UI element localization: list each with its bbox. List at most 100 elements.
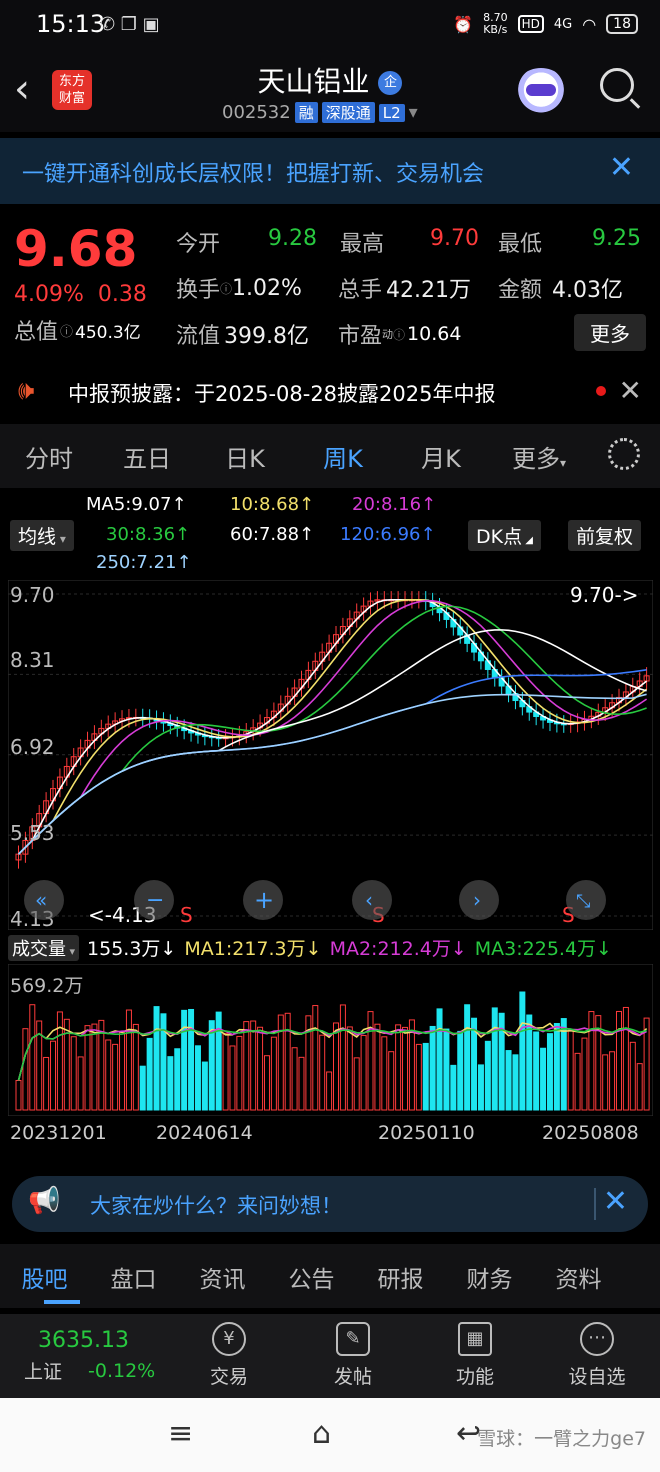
volume-bar: [457, 1030, 464, 1111]
info-icon[interactable]: ⓘ: [393, 326, 405, 343]
volume-legend: 成交量 ▾ 155.3万↓ MA1:217.3万↓ MA2:212.4万↓ MA…: [8, 934, 612, 961]
add-watchlist-button[interactable]: ⋯ 设自选: [552, 1322, 642, 1389]
promo-text: 一键开通科创成长层权限！把握打新、交易机会: [22, 162, 485, 187]
tab-five-day[interactable]: 五日: [98, 439, 196, 474]
tab-orderbook[interactable]: 盘口: [89, 1244, 178, 1308]
ask-banner[interactable]: 📢 大家在炒什么？来问妙想！ ✕: [12, 1176, 648, 1232]
volume-bar: [160, 1013, 167, 1111]
index-ticker[interactable]: 3635.13 上证 -0.12%: [24, 1328, 155, 1384]
y-tick-3: 6.92: [10, 735, 55, 759]
more-dots-icon: ⋯: [580, 1322, 614, 1356]
tab-research[interactable]: 研报: [356, 1244, 445, 1308]
close-icon[interactable]: ✕: [619, 374, 642, 407]
ma20-value: 20:8.16↑: [352, 494, 437, 515]
functions-button[interactable]: ▦ 功能: [430, 1322, 520, 1389]
y-tick-2: 8.31: [10, 648, 55, 672]
tab-forum[interactable]: 股吧: [0, 1244, 89, 1308]
svg-text:‹: ‹: [365, 888, 373, 912]
kline-chart[interactable]: 9.70 8.31 6.92 5.53 4.13 9.70-> <-4.13 S…: [8, 580, 653, 930]
last-price: 9.68: [14, 220, 138, 278]
volume-bar: [422, 1042, 429, 1111]
post-button[interactable]: ✎ 发帖: [308, 1322, 398, 1389]
volume-bar: [553, 1023, 560, 1111]
low-stat: 最低: [498, 232, 543, 257]
tab-intraday[interactable]: 分时: [0, 439, 98, 474]
tab-announcements[interactable]: 公告: [267, 1244, 356, 1308]
tab-daily-k[interactable]: 日K: [196, 439, 294, 474]
high-stat: 最高: [340, 232, 385, 257]
volume-value: 155.3万↓: [87, 938, 177, 960]
speaker-icon: 🕪: [18, 376, 35, 406]
svg-text:−: −: [146, 888, 164, 913]
close-icon[interactable]: ✕: [609, 150, 634, 185]
svg-text:⤡: ⤡: [576, 891, 590, 912]
y-tick-max: 9.70: [10, 583, 55, 607]
volume-bar: [167, 1056, 174, 1111]
info-icon[interactable]: ⓘ: [220, 280, 232, 297]
home-icon[interactable]: ⌂: [312, 1416, 331, 1451]
promo-banner[interactable]: 一键开通科创成长层权限！把握打新、交易机会 ✕: [0, 138, 660, 204]
vol-ma3: MA3:225.4万↓: [474, 938, 612, 960]
volume-max-label: 569.2万: [10, 975, 83, 997]
unread-dot: [596, 386, 606, 396]
bottom-toolbar: 3635.13 上证 -0.12% ¥ 交易 ✎ 发帖 ▦ 功能 ⋯ 设自选: [0, 1314, 660, 1398]
close-icon[interactable]: ✕: [603, 1184, 628, 1219]
volume-bar: [174, 1048, 181, 1111]
volume-bar: [491, 1007, 498, 1111]
content-tabs: 股吧 盘口 资讯 公告 研报 财务 资料: [0, 1244, 660, 1308]
index-value: 3635.13: [38, 1328, 129, 1353]
ma-legend: MA5:9.07↑ 10:8.68↑ 20:8.16↑ 均线 ▾ 30:8.36…: [0, 488, 660, 578]
volume-chart[interactable]: 569.2万: [8, 964, 653, 1116]
volume-bar: [139, 1065, 146, 1111]
ma5-value: MA5:9.07↑: [86, 494, 187, 515]
assistant-robot-icon[interactable]: [514, 68, 568, 116]
index-name: 上证: [24, 1361, 63, 1383]
index-change: -0.12%: [88, 1359, 156, 1382]
ma60-value: 60:7.88↑: [230, 524, 315, 545]
volume-indicator-select[interactable]: 成交量 ▾: [8, 934, 80, 961]
system-nav-bar: ≡ ⌂ ↩ 雪球：一臂之力ge7: [0, 1398, 660, 1472]
volume-bar: [181, 1009, 188, 1111]
volume-stat: 总手 42.21万: [338, 278, 471, 303]
volume-bar: [208, 1020, 215, 1111]
period-tabs: 分时 五日 日K 周K 月K 更多▾: [0, 424, 660, 488]
menu-icon[interactable]: ≡: [168, 1416, 193, 1451]
gear-icon[interactable]: [608, 438, 640, 470]
volume-bar: [146, 1037, 153, 1111]
tab-news[interactable]: 资讯: [178, 1244, 267, 1308]
stock-subtitle[interactable]: 002532 融 深股通 L2 ▾: [222, 102, 418, 123]
adjust-button[interactable]: 前复权: [568, 520, 642, 551]
tab-profile[interactable]: 资料: [534, 1244, 623, 1308]
tab-monthly-k[interactable]: 月K: [392, 439, 490, 474]
svg-text:›: ›: [473, 888, 481, 912]
svg-text:+: +: [254, 886, 274, 914]
trade-button[interactable]: ¥ 交易: [184, 1322, 274, 1389]
wifi-icon: ◠: [582, 14, 597, 34]
low-value: 9.25: [592, 226, 641, 251]
more-button[interactable]: 更多: [574, 314, 646, 351]
volume-bar: [512, 1054, 519, 1111]
stock-name: 天山铝业: [257, 65, 370, 98]
chevron-down-icon: ▾: [408, 102, 418, 123]
status-bar: 15:13 ✆ ❐ ▣ ⏰ 8.70 KB/s HD 4G ◠ 18: [0, 0, 660, 52]
tab-finance[interactable]: 财务: [445, 1244, 534, 1308]
stock-code: 002532: [222, 102, 291, 123]
signal-4g-icon: 4G: [553, 16, 573, 32]
info-icon[interactable]: ⓘ: [60, 321, 73, 340]
edit-icon: ✎: [336, 1322, 370, 1356]
volume-bar: [519, 991, 526, 1111]
stock-header: ‹ 东方 财富 天山铝业 企 002532 融 深股通 L2 ▾: [0, 52, 660, 132]
open-stat: 今开: [176, 232, 221, 257]
tab-more[interactable]: 更多▾: [490, 439, 588, 474]
volume-bar: [188, 1008, 195, 1111]
volume-bar: [436, 1008, 443, 1111]
search-icon[interactable]: [600, 68, 634, 102]
grid-icon: ▦: [458, 1322, 492, 1356]
tab-weekly-k[interactable]: 周K: [294, 439, 392, 474]
volume-bar: [194, 1045, 201, 1111]
volume-bar: [540, 1047, 547, 1111]
battery-icon: 18: [606, 14, 638, 34]
dk-point-button[interactable]: DK点 ◢: [468, 520, 541, 551]
indicator-select[interactable]: 均线 ▾: [10, 520, 74, 551]
notice-bar[interactable]: 🕪 中报预披露：于2025-08-28披露2025年中报 ✕: [0, 364, 660, 420]
